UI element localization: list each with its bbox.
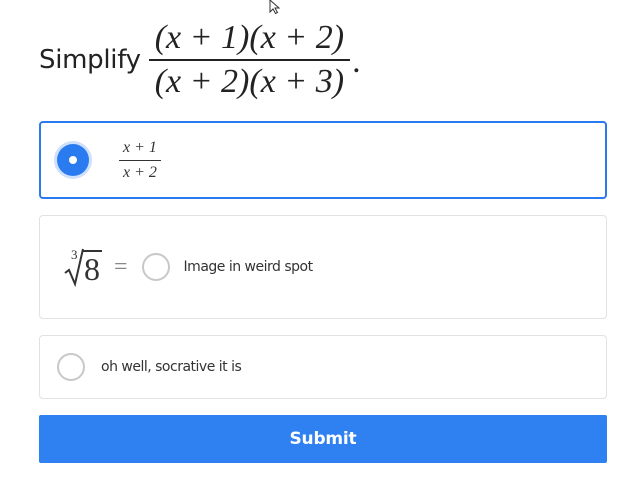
- radio-unchecked-icon[interactable]: [57, 353, 85, 381]
- answer-option-c[interactable]: oh well, socrative it is: [39, 335, 607, 399]
- question-numerator: (x + 1)(x + 2): [154, 19, 345, 56]
- fraction-bar: [119, 159, 161, 161]
- radio-dot: [69, 156, 77, 164]
- option-c-label: oh well, socrative it is: [101, 359, 242, 375]
- equals-sign: =: [114, 253, 128, 280]
- option-a-denominator: x + 2: [123, 163, 157, 181]
- option-b-label: Image in weird spot: [183, 259, 314, 275]
- cube-root-expression: 3 8: [64, 247, 102, 287]
- question-prompt: Simplify (x + 1)(x + 2) (x + 2)(x + 3) .: [39, 14, 361, 106]
- radio-checked-icon[interactable]: [57, 144, 89, 176]
- option-b-math-image: 3 8 =: [64, 247, 128, 287]
- question-fraction: (x + 1)(x + 2) (x + 2)(x + 3): [148, 18, 351, 102]
- mouse-pointer-icon: [269, 0, 283, 15]
- option-a-fraction: x + 1 x + 2: [119, 138, 161, 183]
- fraction-bar: [148, 59, 351, 61]
- answer-option-a[interactable]: x + 1 x + 2: [39, 121, 607, 199]
- question-prefix: Simplify: [39, 45, 141, 75]
- answer-option-b[interactable]: 3 8 = Image in weird spot: [39, 215, 607, 319]
- question-denominator: (x + 2)(x + 3): [154, 63, 345, 100]
- radio-unchecked-icon[interactable]: [141, 253, 170, 281]
- submit-button[interactable]: Submit: [39, 415, 607, 463]
- question-suffix: .: [352, 43, 361, 80]
- root-index: 3: [71, 247, 78, 262]
- root-radicand: 8: [82, 250, 102, 287]
- option-a-numerator: x + 1: [123, 138, 157, 156]
